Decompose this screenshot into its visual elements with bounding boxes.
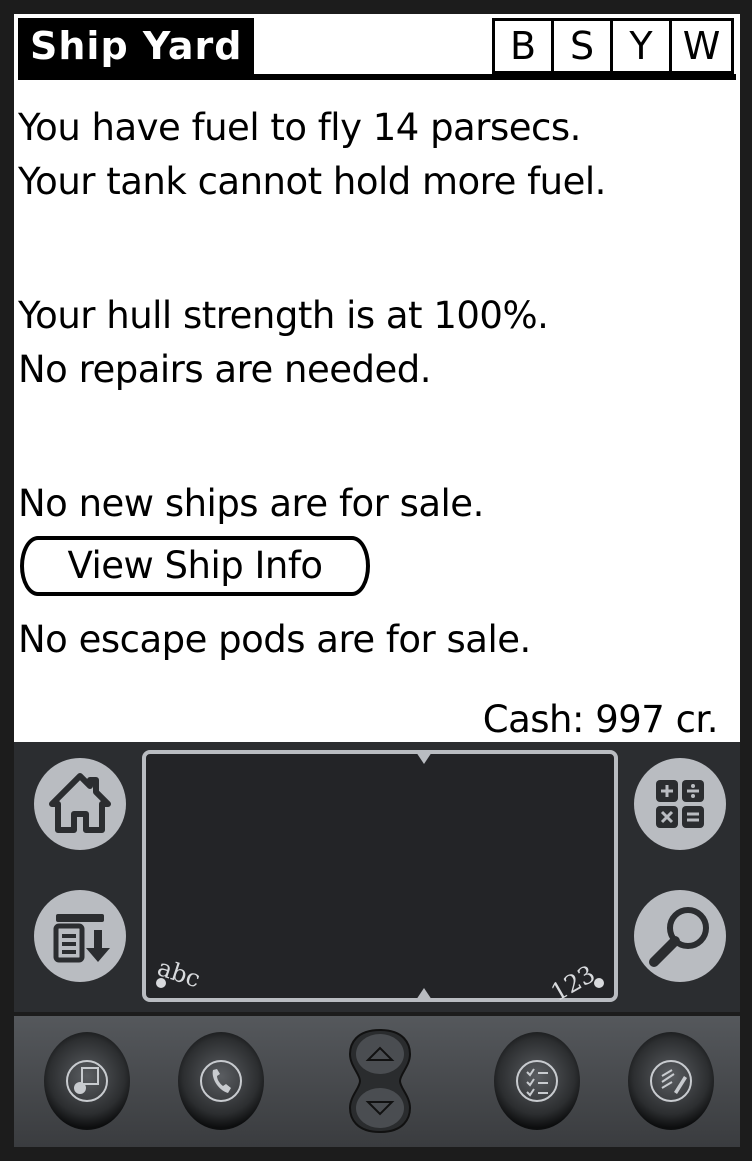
find-icon <box>649 907 709 967</box>
phone-button[interactable] <box>178 1032 264 1130</box>
memo-button[interactable] <box>628 1032 714 1130</box>
shortcut-s-button[interactable]: S <box>554 21 613 71</box>
ships-status-text: No new ships are for sale. <box>18 482 484 525</box>
shortcut-w-button[interactable]: W <box>672 21 731 71</box>
date-book-icon <box>66 1060 108 1102</box>
shortcut-b-button[interactable]: B <box>495 21 554 71</box>
todo-icon <box>516 1060 558 1102</box>
graffiti-input-area[interactable]: abc 123 <box>142 750 618 1007</box>
fuel-status-text: You have fuel to fly 14 parsecs. <box>18 106 581 149</box>
phone-icon <box>200 1060 242 1102</box>
todo-button[interactable] <box>494 1032 580 1130</box>
cash-display: Cash: 997 cr. <box>482 698 719 741</box>
app-screen: Ship Yard B S Y W You have fuel to fly 1… <box>14 14 740 742</box>
menu-icon <box>53 914 110 963</box>
home-button[interactable] <box>34 758 126 850</box>
calculator-icon <box>656 780 704 828</box>
graffiti-divider-top <box>416 752 432 764</box>
menu-button[interactable] <box>34 890 126 982</box>
shortcut-buttons: B S Y W <box>492 18 734 74</box>
silkscreen-area: abc 123 <box>14 742 740 1012</box>
numeric-keyboard-button[interactable]: 123 <box>546 960 600 1007</box>
device-frame: Ship Yard B S Y W You have fuel to fly 1… <box>0 0 752 1161</box>
hardware-buttons-bar <box>14 1016 740 1147</box>
graffiti-divider-bottom <box>416 988 432 1000</box>
view-ship-info-button[interactable]: View Ship Info <box>20 536 370 596</box>
scroll-rocker[interactable] <box>348 1028 412 1134</box>
shortcut-y-button[interactable]: Y <box>613 21 672 71</box>
date-book-button[interactable] <box>44 1032 130 1130</box>
escape-pods-status-text: No escape pods are for sale. <box>18 618 531 661</box>
tank-status-text: Your tank cannot hold more fuel. <box>18 160 606 203</box>
find-button[interactable] <box>634 890 726 982</box>
repair-status-text: No repairs are needed. <box>18 348 432 391</box>
memo-icon <box>650 1060 692 1102</box>
title-bar: Ship Yard B S Y W <box>18 18 736 80</box>
scroll-rocker-icon <box>348 1028 412 1134</box>
page-title: Ship Yard <box>18 18 254 74</box>
hull-status-text: Your hull strength is at 100%. <box>18 294 549 337</box>
calculator-button[interactable] <box>634 758 726 850</box>
home-icon <box>49 773 111 833</box>
